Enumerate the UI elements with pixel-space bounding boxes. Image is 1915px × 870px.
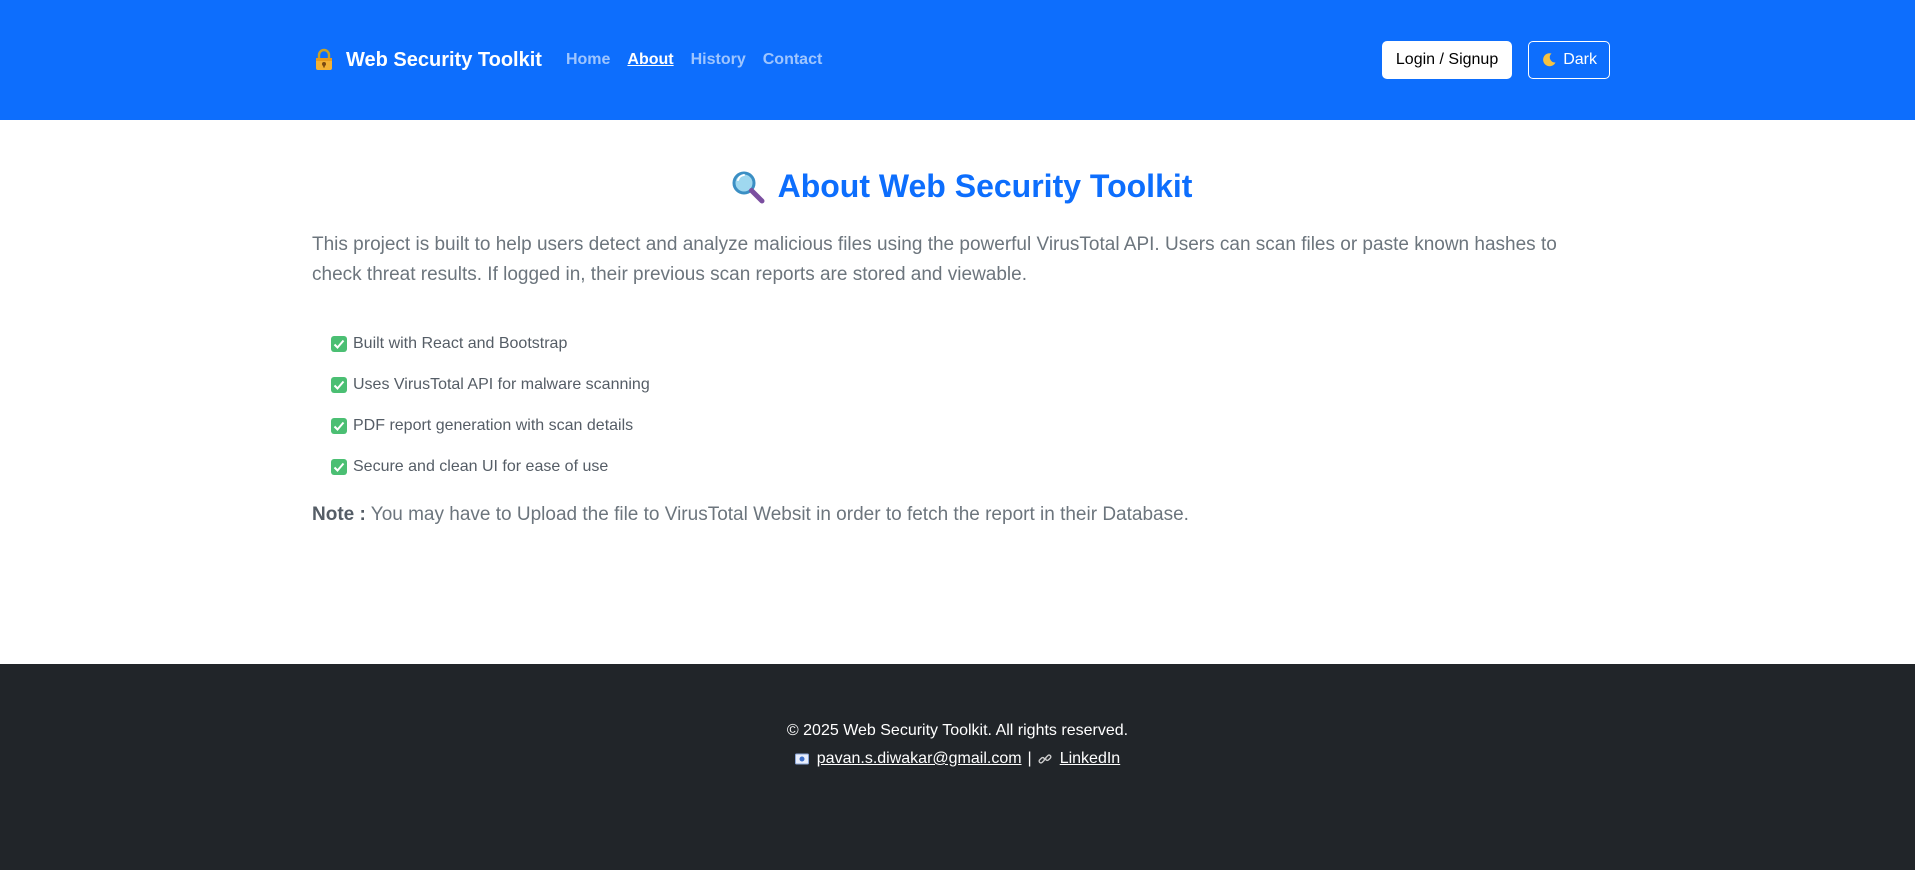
nav-actions: Login / Signup Dark: [1381, 41, 1610, 79]
feature-text: Uses VirusTotal API for malware scanning: [353, 375, 650, 393]
check-icon: [331, 417, 347, 434]
feature-text: PDF report generation with scan details: [353, 416, 634, 434]
top-navbar: Web Security Toolkit Home About History …: [0, 0, 1915, 120]
email-icon: [794, 752, 809, 766]
login-signup-button[interactable]: Login / Signup: [1381, 41, 1513, 79]
footer-separator: |: [1027, 750, 1032, 767]
note-paragraph: Note : You may have to Upload the file t…: [312, 504, 1189, 526]
brand-label: Web Security Toolkit: [346, 48, 542, 71]
check-icon: [331, 376, 347, 393]
intro-paragraph: This project is built to help users dete…: [312, 234, 1557, 285]
note-label: Note :: [312, 504, 366, 525]
list-item: Built with React and Bootstrap: [331, 323, 650, 364]
nav-link-home[interactable]: Home: [566, 51, 610, 69]
check-icon: [331, 458, 347, 475]
page-title-text: About Web Security Toolkit: [777, 168, 1193, 204]
navbar-container: Web Security Toolkit Home About History …: [312, 0, 1610, 120]
brand-link[interactable]: Web Security Toolkit: [312, 48, 542, 72]
page-title: About Web Security Toolkit: [312, 168, 1610, 205]
list-item: Secure and clean UI for ease of use: [331, 446, 650, 487]
nav-link-history[interactable]: History: [691, 51, 746, 69]
nav-links: Home About History Contact: [566, 51, 839, 69]
list-item: PDF report generation with scan details: [331, 405, 650, 446]
nav-link-contact[interactable]: Contact: [763, 51, 823, 69]
feature-text: Built with React and Bootstrap: [353, 334, 568, 352]
footer-copyright: © 2025 Web Security Toolkit. All rights …: [786, 722, 1129, 739]
footer-contact-links: pavan.s.diwakar@gmail.com | LinkedIn: [0, 750, 1915, 768]
lock-icon: [312, 48, 336, 72]
linkedin-link[interactable]: LinkedIn: [1060, 750, 1121, 768]
about-section: About Web Security Toolkit This project …: [312, 120, 1610, 664]
moon-icon: [1541, 52, 1557, 68]
feature-list: Built with React and Bootstrap Uses Viru…: [331, 323, 650, 487]
list-item: Uses VirusTotal API for malware scanning: [331, 364, 650, 405]
footer: © 2025 Web Security Toolkit. All rights …: [0, 664, 1915, 870]
link-icon: [1038, 752, 1052, 766]
nav-link-about[interactable]: About: [627, 51, 673, 69]
note-text: You may have to Upload the file to Virus…: [370, 504, 1189, 525]
email-link[interactable]: pavan.s.diwakar@gmail.com: [817, 750, 1022, 768]
dark-mode-label: Dark: [1563, 51, 1597, 68]
check-icon: [331, 335, 347, 352]
magnifier-icon: [730, 169, 766, 205]
dark-mode-toggle[interactable]: Dark: [1528, 41, 1610, 79]
feature-text: Secure and clean UI for ease of use: [353, 457, 609, 475]
